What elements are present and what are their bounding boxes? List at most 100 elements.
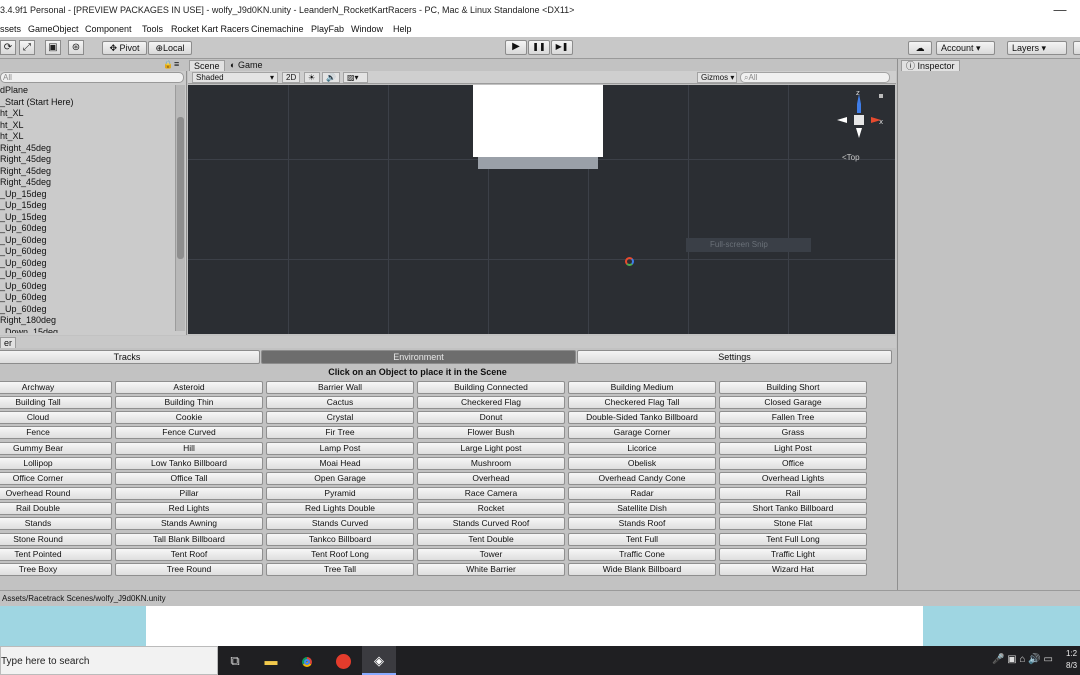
step-button[interactable]: ▶❚	[551, 40, 573, 55]
hierarchy-item[interactable]: ht_XL	[0, 120, 175, 132]
place-object-button[interactable]: Tent Roof	[115, 547, 263, 561]
clock[interactable]: 1:2 8/3	[1066, 648, 1077, 672]
scene-viewport[interactable]: Full-screen Snip z x <Top	[188, 85, 895, 334]
place-object-button[interactable]: Cloud	[0, 411, 112, 425]
camera-icon[interactable]: ▣	[1007, 654, 1016, 665]
tab-scene[interactable]: Scene	[189, 60, 225, 71]
tab-settings[interactable]: Settings	[577, 350, 892, 364]
place-object-button[interactable]: Checkered Flag Tall	[568, 396, 716, 410]
transform-tool-icon[interactable]: ⊛	[68, 40, 84, 55]
place-object-button[interactable]: Rail	[719, 487, 867, 501]
place-object-button[interactable]: Obelisk	[568, 456, 716, 470]
hierarchy-item[interactable]: ht_XL	[0, 108, 175, 120]
place-object-button[interactable]: Gummy Bear	[0, 441, 112, 455]
place-object-button[interactable]: Stands Curved	[266, 517, 414, 531]
place-object-button[interactable]: Tall Blank Billboard	[115, 532, 263, 546]
gizmos-dropdown[interactable]: Gizmos ▾	[697, 72, 737, 83]
place-object-button[interactable]: Moai Head	[266, 456, 414, 470]
place-object-button[interactable]: Race Camera	[417, 487, 565, 501]
place-object-button[interactable]: Overhead Round	[0, 487, 112, 501]
place-object-button[interactable]: Cactus	[266, 396, 414, 410]
place-object-button[interactable]: Overhead	[417, 471, 565, 485]
play-button[interactable]: ▶	[505, 40, 527, 55]
place-object-button[interactable]: Building Tall	[0, 396, 112, 410]
minimize-button[interactable]: —	[1050, 2, 1070, 20]
place-object-button[interactable]: Garage Corner	[568, 426, 716, 440]
hierarchy-item[interactable]: _Down_15deg	[0, 327, 175, 334]
scale-tool-icon[interactable]: ⤢	[19, 40, 35, 55]
place-object-button[interactable]: Pyramid	[266, 487, 414, 501]
place-object-button[interactable]: Light Post	[719, 441, 867, 455]
opera-icon[interactable]	[326, 646, 360, 675]
place-object-button[interactable]: Tent Pointed	[0, 547, 112, 561]
place-object-button[interactable]: Asteroid	[115, 381, 263, 394]
pivot-gizmo-icon[interactable]	[625, 257, 634, 266]
menu-help[interactable]: Help	[393, 24, 412, 34]
taskbar-search-input[interactable]: Type here to search	[0, 646, 218, 675]
place-object-button[interactable]: Stone Round	[0, 532, 112, 546]
place-object-button[interactable]: Tent Full	[568, 532, 716, 546]
place-object-button[interactable]: Fence	[0, 426, 112, 440]
place-object-button[interactable]: Office Tall	[115, 471, 263, 485]
hierarchy-item[interactable]: _Up_60deg	[0, 281, 175, 293]
shading-mode-dropdown[interactable]: Shaded ▾	[192, 72, 278, 83]
place-object-button[interactable]: Office	[719, 456, 867, 470]
place-object-button[interactable]: Wizard Hat	[719, 562, 867, 576]
place-object-button[interactable]: Tent Full Long	[719, 532, 867, 546]
scene-object[interactable]	[473, 85, 603, 157]
hierarchy-item[interactable]: _Start (Start Here)	[0, 97, 175, 109]
hierarchy-search-input[interactable]: All	[0, 72, 184, 83]
menu-tools[interactable]: Tools	[142, 24, 163, 34]
place-object-button[interactable]: Tree Boxy	[0, 562, 112, 576]
place-object-button[interactable]: White Barrier	[417, 562, 565, 576]
place-object-button[interactable]: Pillar	[115, 487, 263, 501]
place-object-button[interactable]: Large Light post	[417, 441, 565, 455]
lock-icon[interactable]: 🔒	[163, 60, 173, 69]
place-object-button[interactable]: Overhead Candy Cone	[568, 471, 716, 485]
orientation-gizmo-icon[interactable]: z x	[834, 91, 886, 147]
layout-dropdown[interactable]	[1073, 41, 1080, 55]
tab-environment[interactable]: Environment	[261, 350, 576, 364]
place-object-button[interactable]: Stands	[0, 517, 112, 531]
place-object-button[interactable]: Licorice	[568, 441, 716, 455]
audio-icon[interactable]: 🔊	[322, 72, 340, 83]
place-object-button[interactable]: Lamp Post	[266, 441, 414, 455]
place-object-button[interactable]: Stone Flat	[719, 517, 867, 531]
place-object-button[interactable]: Archway	[0, 381, 112, 394]
tab-inspector[interactable]: ⓘ Inspector	[901, 60, 960, 71]
place-object-button[interactable]: Radar	[568, 487, 716, 501]
place-object-button[interactable]: Building Connected	[417, 381, 565, 394]
place-object-button[interactable]: Grass	[719, 426, 867, 440]
panel-tab[interactable]: er	[0, 337, 17, 348]
menu-component[interactable]: Component	[85, 24, 132, 34]
keyboard-icon[interactable]: ▭	[1044, 654, 1053, 665]
local-toggle[interactable]: ⊕Local	[148, 41, 192, 55]
place-object-button[interactable]: Stands Roof	[568, 517, 716, 531]
panel-menu-icon[interactable]: ≡	[174, 59, 179, 69]
hierarchy-item[interactable]: _Up_60deg	[0, 223, 175, 235]
menu-playfab[interactable]: PlayFab	[311, 24, 344, 34]
place-object-button[interactable]: Tent Double	[417, 532, 565, 546]
scene-search-input[interactable]: ⌕All	[740, 72, 890, 83]
pivot-toggle[interactable]: ✥ Pivot	[102, 41, 147, 55]
place-object-button[interactable]: Stands Awning	[115, 517, 263, 531]
menu-rocket-kart-racers[interactable]: Rocket Kart Racers	[171, 24, 249, 34]
place-object-button[interactable]: Fence Curved	[115, 426, 263, 440]
network-icon[interactable]: ⌂	[1019, 654, 1025, 665]
hierarchy-item[interactable]: Right_45deg	[0, 154, 175, 166]
hierarchy-item[interactable]: _Up_15deg	[0, 200, 175, 212]
place-object-button[interactable]: Rail Double	[0, 502, 112, 516]
place-object-button[interactable]: Open Garage	[266, 471, 414, 485]
hierarchy-item[interactable]: _Up_60deg	[0, 258, 175, 270]
place-object-button[interactable]: Building Medium	[568, 381, 716, 394]
place-object-button[interactable]: Satellite Dish	[568, 502, 716, 516]
hierarchy-item[interactable]: dPlane	[0, 85, 175, 97]
place-object-button[interactable]: Checkered Flag	[417, 396, 565, 410]
place-object-button[interactable]: Tree Round	[115, 562, 263, 576]
hierarchy-item[interactable]: _Up_15deg	[0, 212, 175, 224]
menu-cinemachine[interactable]: Cinemachine	[251, 24, 304, 34]
place-object-button[interactable]: Stands Curved Roof	[417, 517, 565, 531]
place-object-button[interactable]: Tree Tall	[266, 562, 414, 576]
place-object-button[interactable]: Mushroom	[417, 456, 565, 470]
hierarchy-item[interactable]: _Up_60deg	[0, 292, 175, 304]
